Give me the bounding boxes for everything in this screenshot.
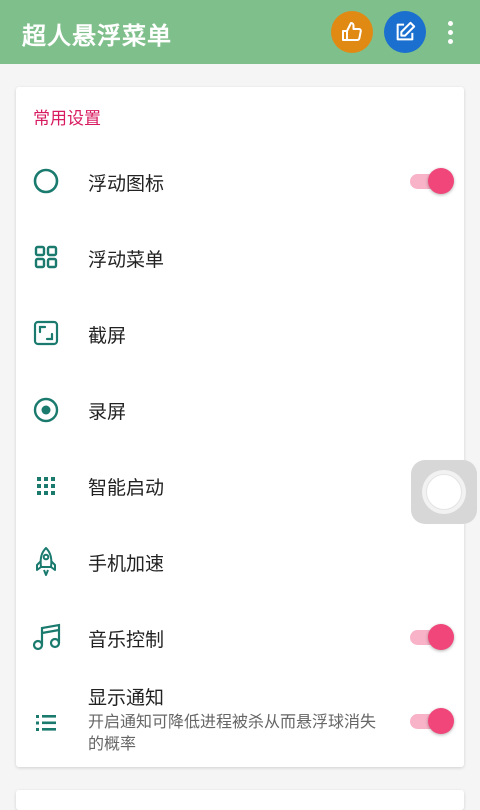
more-vert-icon[interactable] xyxy=(440,14,460,50)
app-bar: 超人悬浮菜单 xyxy=(0,0,480,64)
edit-button[interactable] xyxy=(384,11,426,53)
setting-phone-boost[interactable]: 手机加速 xyxy=(16,542,464,582)
setting-description: 开启通知可降低进程被杀从而悬浮球消失的概率 xyxy=(88,712,377,753)
setting-screenshot[interactable]: 截屏 xyxy=(16,314,464,354)
setting-label: 录屏 xyxy=(88,401,127,423)
setting-label: 手机加速 xyxy=(88,553,165,575)
circle-outline-icon xyxy=(33,168,59,194)
setting-label: 音乐控制 xyxy=(88,629,165,651)
setting-show-notification[interactable]: 显示通知 开启通知可降低进程被杀从而悬浮球消失的概率 xyxy=(16,683,464,763)
setting-floating-icon[interactable]: 浮动图标 xyxy=(16,162,464,202)
edit-icon xyxy=(396,21,416,41)
next-card xyxy=(16,790,464,810)
grid-menu-icon xyxy=(34,245,58,269)
setting-smart-start[interactable]: 智能启动 xyxy=(16,466,464,506)
setting-label: 智能启动 xyxy=(88,477,165,499)
setting-record[interactable]: 录屏 xyxy=(16,390,464,430)
setting-label: 浮动图标 xyxy=(88,173,165,195)
setting-floating-menu[interactable]: 浮动菜单 xyxy=(16,238,464,278)
floating-ball-icon[interactable] xyxy=(411,460,477,524)
show-notification-toggle[interactable] xyxy=(408,707,454,735)
music-note-icon xyxy=(32,623,61,651)
section-title: 常用设置 xyxy=(33,109,101,129)
music-control-toggle[interactable] xyxy=(408,623,454,651)
settings-card: 常用设置 浮动图标 浮动菜单 截屏 录屏 智能启动 手机加速 音乐控制 显示通知… xyxy=(16,87,464,767)
list-icon xyxy=(36,715,56,731)
setting-label: 截屏 xyxy=(88,325,127,347)
setting-label: 显示通知 xyxy=(88,687,165,709)
thumbs-up-icon xyxy=(342,22,362,41)
dots-grid-icon xyxy=(37,477,55,495)
record-icon xyxy=(33,397,59,423)
setting-music-control[interactable]: 音乐控制 xyxy=(16,618,464,658)
like-button[interactable] xyxy=(331,11,373,53)
app-title: 超人悬浮菜单 xyxy=(22,22,172,50)
floating-icon-toggle[interactable] xyxy=(408,167,454,195)
setting-label: 浮动菜单 xyxy=(88,249,165,271)
rocket-icon xyxy=(36,547,56,576)
screenshot-icon xyxy=(33,320,59,346)
